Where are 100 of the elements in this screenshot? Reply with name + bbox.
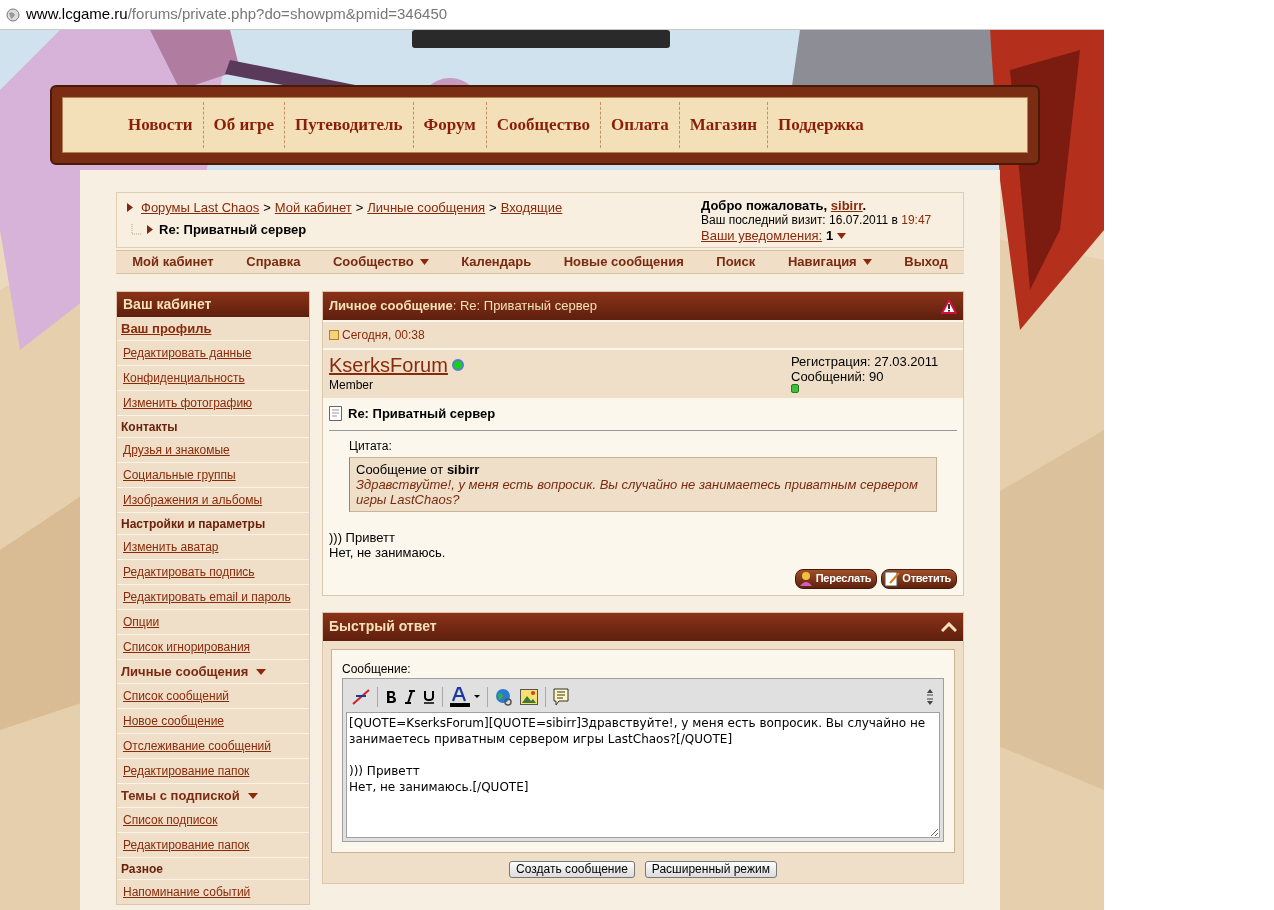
message-title: Re: Приватный сервер: [348, 405, 496, 423]
underline-icon[interactable]: [423, 689, 435, 704]
url-text: www.lcgame.ru/forums/private.php?do=showpm&pmid=346450: [26, 4, 448, 25]
quote-label: Цитата:: [349, 437, 393, 455]
nav-link[interactable]: Путеводитель: [285, 112, 413, 138]
breadcrumb-link[interactable]: Входящие: [500, 198, 563, 218]
breadcrumb-link[interactable]: Форумы Last Chaos: [141, 198, 260, 218]
image-icon[interactable]: [520, 688, 538, 705]
quote-icon[interactable]: [553, 687, 569, 706]
sidebar-link[interactable]: Список подписок: [121, 811, 220, 829]
sidebar-title: Ваш кабинет: [117, 292, 309, 317]
message-text: ))) Приветт: [329, 529, 396, 545]
welcome-text: Добро пожаловать,: [701, 198, 828, 213]
section-heading: Настройки и параметры: [121, 515, 266, 533]
globe-icon: [6, 7, 20, 22]
tree-line-icon: [131, 223, 141, 235]
post-date: Сегодня, 00:38: [342, 327, 425, 344]
nav-link[interactable]: Сообщество: [486, 112, 601, 138]
breadcrumb-link[interactable]: Личные сообщения: [367, 198, 486, 218]
sidebar-link[interactable]: Отслеживание сообщений: [121, 737, 274, 755]
nav-link[interactable]: Об игре: [203, 112, 285, 138]
nav-link[interactable]: Выход: [904, 252, 948, 272]
form-button[interactable]: Расширенный режим: [644, 860, 777, 878]
reputation-icon: [791, 384, 799, 393]
nav-link[interactable]: Оплата: [601, 112, 679, 138]
message-text: Нет, не занимаюсь.: [329, 544, 447, 560]
sidebar-link[interactable]: Новое сообщение: [121, 712, 227, 730]
sidebar-link[interactable]: Редактирование папок: [121, 762, 252, 780]
form-button[interactable]: Создать сообщение: [509, 860, 635, 878]
sidebar-link[interactable]: Редактировать данные: [121, 344, 254, 362]
sidebar-link[interactable]: Редактировать email и пароль: [121, 588, 293, 606]
document-icon: [884, 570, 901, 587]
sidebar-link[interactable]: Изображения и альбомы: [121, 491, 265, 509]
notification-count: 1: [826, 228, 834, 243]
collapse-icon[interactable]: [941, 621, 957, 632]
breadcrumb-link[interactable]: Мой кабинет: [274, 198, 352, 218]
nav-link[interactable]: Форум: [413, 112, 486, 138]
nav-link[interactable]: Сообщество: [332, 252, 429, 272]
separator-text: >: [263, 199, 271, 217]
section-heading: Контакты: [121, 418, 178, 436]
caret-icon[interactable]: [419, 259, 429, 265]
sidebar-link[interactable]: Список сообщений: [121, 687, 232, 705]
document-icon: [329, 406, 342, 422]
sidebar-link[interactable]: Изменить аватар: [121, 538, 221, 556]
sidebar-link[interactable]: Конфиденциальность: [121, 369, 247, 387]
message-header: Личное сообщение: Re: Приватный сервер: [329, 297, 597, 316]
sidebar-link[interactable]: Социальные группы: [121, 466, 238, 484]
nav-link[interactable]: Новости: [118, 112, 203, 138]
nav-link[interactable]: Поддержка: [768, 112, 874, 138]
username-link[interactable]: sibirr: [830, 198, 863, 213]
italic-icon[interactable]: [404, 689, 416, 704]
nav-link[interactable]: Справка: [246, 252, 301, 272]
author-link[interactable]: KserksForum: [329, 354, 448, 376]
warning-icon[interactable]: [941, 298, 957, 314]
section-link[interactable]: Ваш профиль: [121, 318, 212, 339]
separator-text: >: [489, 199, 497, 217]
quote-text: Здравствуйте!, у меня есть вопросик. Вы случайно не занимаетесь приватным сервером игры LastChaos?: [356, 476, 919, 507]
person-icon: [797, 570, 814, 587]
field-label: Сообщение:: [342, 660, 412, 678]
link-icon[interactable]: [495, 687, 513, 706]
last-visit-text: Ваш последний визит: 16.07.2011 в: [701, 213, 898, 227]
nav-link[interactable]: Магазин: [679, 112, 767, 138]
caret-icon[interactable]: [247, 792, 258, 799]
caret-icon[interactable]: [256, 668, 267, 675]
sidebar-link[interactable]: Напоминание событий: [121, 883, 253, 901]
section-menu[interactable]: Личные сообщения: [121, 661, 267, 682]
quote-author: Сообщение от sibirr: [356, 461, 481, 477]
reply-button[interactable]: Ответить: [881, 568, 957, 589]
registration-date: Регистрация: 27.03.2011: [791, 354, 940, 369]
caret-icon[interactable]: [837, 232, 847, 239]
sidebar-link[interactable]: Изменить фотографию: [121, 394, 255, 412]
arrow-icon: [147, 224, 153, 234]
arrow-icon: [127, 203, 133, 213]
notifications-link[interactable]: Ваши уведомления:: [701, 228, 823, 243]
nav-link[interactable]: Календарь: [461, 252, 532, 272]
nav-link[interactable]: Мой кабинет: [132, 252, 214, 272]
caret-icon[interactable]: [862, 259, 872, 265]
section-heading: Разное: [121, 860, 163, 878]
sidebar-link[interactable]: Друзья и знакомые: [121, 441, 232, 459]
nav-link[interactable]: Навигация: [787, 252, 872, 272]
sidebar-link[interactable]: Редактирование папок: [121, 836, 252, 854]
post-count: Сообщений: 90: [791, 369, 885, 384]
sidebar-link[interactable]: Опции: [121, 613, 162, 631]
remove-format-icon[interactable]: [352, 687, 370, 706]
sidebar-link[interactable]: Список игнорирования: [121, 638, 253, 656]
message-input[interactable]: [QUOTE=KserksForum][QUOTE=sibirr]Здравствуйте!, у меня есть вопросик. Вы случайно не занимаетесь приватным сервером игры LastChaos?[/QUOTE] ))) Приветт Нет, не занимаюсь.[/QUOTE]: [346, 711, 940, 838]
separator-text: >: [355, 199, 364, 217]
nav-link[interactable]: Поиск: [716, 252, 756, 272]
forward-button[interactable]: Переслать: [794, 568, 878, 589]
post-icon: [329, 330, 339, 340]
panel-title: Быстрый ответ: [329, 617, 437, 636]
nav-link[interactable]: Новые сообщения: [563, 252, 684, 272]
section-menu[interactable]: Темы с подпиской: [121, 785, 258, 806]
resize-arrows-icon[interactable]: [926, 687, 934, 706]
sidebar-link[interactable]: Редактировать подпись: [121, 563, 257, 581]
text-color-icon[interactable]: [450, 686, 480, 707]
last-visit-time: 19:47: [901, 213, 932, 227]
bold-icon[interactable]: [385, 689, 397, 704]
period-text: .: [862, 198, 867, 213]
current-page-title: Re: Приватный сервер: [159, 220, 307, 239]
